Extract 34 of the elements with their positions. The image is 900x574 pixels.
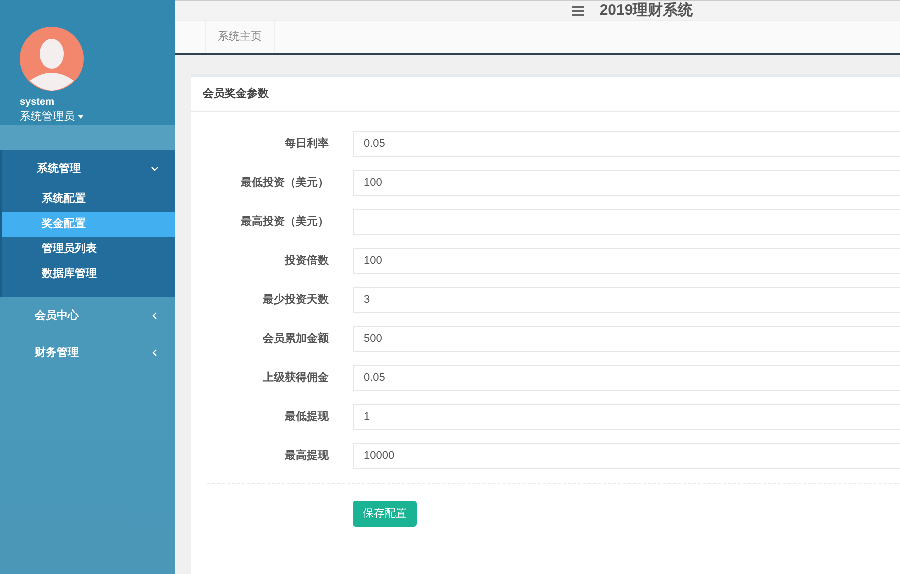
menu-item[interactable]: 系统管理 bbox=[2, 150, 175, 187]
input-field[interactable]: 100 bbox=[353, 248, 900, 274]
user-role-dropdown[interactable]: 系统管理员 bbox=[20, 109, 84, 124]
input-field[interactable] bbox=[353, 208, 900, 234]
field-label: 最低提现 bbox=[284, 410, 330, 424]
input-field[interactable]: 500 bbox=[353, 326, 900, 352]
menu-icon[interactable] bbox=[572, 6, 584, 16]
card-title: 会员奖金参数 bbox=[191, 77, 900, 112]
user-name: system bbox=[20, 97, 56, 108]
menu-item[interactable]: 财务管理 bbox=[0, 334, 175, 371]
field-label: 每日利率 bbox=[284, 136, 330, 151]
input-field[interactable]: 100 bbox=[353, 170, 900, 196]
input-field[interactable]: 3 bbox=[353, 286, 900, 312]
submenu-item[interactable]: 管理员列表 bbox=[2, 237, 175, 262]
chevron-left-icon bbox=[151, 312, 159, 320]
chevron-left-icon bbox=[151, 348, 159, 356]
field-label: 会员累加金额 bbox=[262, 332, 330, 346]
input-field[interactable]: 10000 bbox=[353, 442, 900, 468]
input-field[interactable]: 0.05 bbox=[353, 364, 900, 390]
chevron-down-icon bbox=[151, 164, 159, 172]
avatar-icon bbox=[20, 27, 84, 91]
field-label: 最低投资（美元） bbox=[240, 175, 330, 190]
field-label: 上级获得佣金 bbox=[262, 370, 330, 385]
field-label: 最少投资天数 bbox=[262, 292, 330, 307]
submenu-item[interactable]: 系统配置 bbox=[2, 187, 175, 212]
submenu-item[interactable]: 数据库管理 bbox=[2, 262, 175, 287]
field-label: 投资倍数 bbox=[284, 254, 330, 268]
input-field[interactable]: 0.05 bbox=[353, 130, 900, 156]
page-tab[interactable]: 系统主页 bbox=[205, 21, 275, 53]
menu-item[interactable]: 会员中心 bbox=[0, 297, 175, 334]
app-title: 2019理财系统 bbox=[600, 1, 694, 20]
input-field[interactable]: 1 bbox=[353, 404, 900, 430]
field-label: 最高投资（美元） bbox=[240, 214, 330, 229]
field-label: 最高提现 bbox=[284, 448, 330, 463]
